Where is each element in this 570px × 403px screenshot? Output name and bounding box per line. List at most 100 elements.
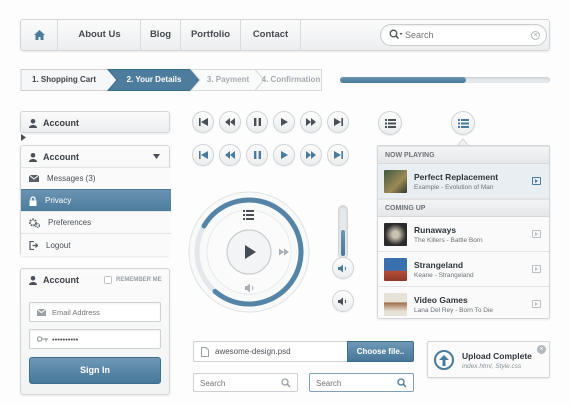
upload-files: index.html, Style.css — [462, 363, 522, 370]
list-icon — [384, 118, 396, 128]
menu-item-logout[interactable]: Logout — [21, 233, 171, 256]
circular-player — [188, 191, 310, 313]
nav-item-contact[interactable]: Contact — [241, 20, 301, 50]
chevron-down-icon — [153, 154, 160, 159]
file-icon — [201, 347, 209, 357]
step-your-details[interactable]: 2. Your Details — [112, 69, 196, 91]
search-box[interactable] — [193, 373, 298, 392]
step-confirmation[interactable]: 4. Confirmation — [260, 69, 322, 91]
chevron-right-icon — [21, 134, 26, 141]
skip-back-icon — [198, 151, 208, 159]
fast-forward-button[interactable] — [300, 111, 322, 133]
volume-button[interactable] — [332, 257, 354, 279]
search-box-focused[interactable] — [309, 373, 414, 392]
list-view-button-active[interactable] — [451, 111, 475, 135]
track-play-icon[interactable] — [532, 300, 541, 308]
password-field[interactable] — [29, 329, 161, 349]
volume-button[interactable] — [332, 290, 354, 312]
playlist-icon[interactable] — [243, 210, 254, 220]
rewind-icon — [225, 151, 235, 159]
email-field[interactable] — [29, 302, 161, 322]
search-input[interactable] — [316, 377, 391, 389]
choose-file-button[interactable]: Choose file.. — [347, 341, 414, 362]
password-input[interactable] — [52, 333, 156, 345]
nav-search-box[interactable]: × — [380, 24, 547, 46]
track-subtitle: Lana Del Rey - Born To Die — [414, 307, 494, 314]
menu-item-label: Preferences — [48, 218, 92, 227]
logout-icon — [29, 240, 38, 250]
user-icon — [29, 152, 37, 162]
menu-item-messages[interactable]: Messages (3) — [21, 167, 171, 189]
play-icon — [280, 118, 288, 126]
track-play-icon[interactable] — [532, 230, 541, 238]
email-input[interactable] — [52, 306, 156, 318]
play-button[interactable] — [273, 144, 295, 166]
account-label: Account — [43, 152, 79, 162]
top-nav-bar: About Us Blog Portfolio Contact × — [20, 19, 550, 51]
search-input[interactable] — [200, 377, 275, 389]
album-art — [384, 293, 407, 316]
fast-forward-button[interactable] — [300, 144, 322, 166]
track-coming-up[interactable]: Runaways The Killers - Battle Born — [378, 217, 549, 252]
clear-search-icon[interactable]: × — [531, 31, 540, 40]
nav-item-blog[interactable]: Blog — [141, 20, 181, 50]
remember-me[interactable]: REMEMBER ME — [104, 276, 162, 284]
login-title: Account — [43, 275, 79, 285]
list-icon — [457, 118, 469, 128]
track-play-icon[interactable] — [532, 265, 541, 273]
skip-back-button[interactable] — [192, 111, 214, 133]
close-icon[interactable]: × — [537, 345, 546, 354]
play-button[interactable] — [273, 111, 295, 133]
track-subtitle: Example - Evolution of Man — [414, 184, 494, 191]
menu-item-label: Logout — [46, 240, 71, 250]
pause-button[interactable] — [246, 144, 268, 166]
file-name-box[interactable]: awesome-design.psd — [193, 341, 348, 362]
track-title: Runaways — [414, 225, 457, 235]
track-coming-up[interactable]: Strangeland Keane - Strangeland — [378, 252, 549, 287]
step-payment[interactable]: 3. Payment — [196, 69, 260, 91]
file-input[interactable]: awesome-design.psd Choose file.. — [193, 341, 414, 362]
progress-fill — [340, 77, 466, 83]
volume-slider[interactable] — [338, 205, 348, 259]
pause-button[interactable] — [246, 111, 268, 133]
track-now-playing[interactable]: Perfect Replacement Example - Evolution … — [378, 164, 549, 199]
track-title: Perfect Replacement — [414, 172, 499, 182]
search-icon — [281, 378, 291, 388]
skip-forward-button[interactable] — [327, 144, 349, 166]
account-dropdown-menu: Account Messages (3) Privacy Preferences… — [20, 145, 171, 256]
track-title: Strangeland — [414, 260, 464, 270]
upload-title: Upload Complete — [462, 351, 532, 361]
rewind-button[interactable] — [219, 144, 241, 166]
sign-in-button[interactable]: Sign In — [29, 357, 161, 384]
step-shopping-cart[interactable]: 1. Shopping Cart — [20, 69, 108, 91]
track-play-icon[interactable] — [532, 177, 541, 185]
track-subtitle: The Killers - Battle Born — [414, 237, 483, 244]
album-art — [384, 170, 407, 193]
account-menu-header[interactable]: Account — [21, 146, 169, 168]
volume-icon — [338, 297, 347, 305]
fast-forward-icon — [306, 151, 316, 159]
search-icon — [397, 378, 407, 388]
volume-icon — [338, 264, 347, 272]
menu-item-privacy[interactable]: Privacy — [21, 189, 171, 211]
account-dropdown-collapsed[interactable]: Account — [20, 111, 170, 141]
skip-forward-button[interactable] — [327, 111, 349, 133]
remember-me-checkbox[interactable] — [104, 276, 112, 284]
upload-icon — [434, 350, 454, 370]
track-coming-up[interactable]: Video Games Lana Del Rey - Born To Die — [378, 287, 549, 322]
home-button[interactable] — [21, 20, 58, 50]
nav-search-input[interactable] — [405, 28, 525, 42]
account-label: Account — [43, 118, 79, 128]
mail-icon — [29, 175, 39, 182]
menu-item-label: Privacy — [45, 196, 72, 205]
list-view-button[interactable] — [378, 111, 402, 135]
nav-item-about-us[interactable]: About Us — [59, 20, 141, 50]
volume-slider-fill — [341, 229, 345, 256]
menu-item-preferences[interactable]: Preferences — [21, 211, 171, 233]
nav-item-portfolio[interactable]: Portfolio — [181, 20, 241, 50]
skip-back-button[interactable] — [192, 144, 214, 166]
remember-me-label: REMEMBER ME — [116, 277, 162, 283]
login-panel: Account REMEMBER ME Sign In — [20, 268, 170, 395]
rewind-button[interactable] — [219, 111, 241, 133]
user-icon — [29, 275, 37, 285]
